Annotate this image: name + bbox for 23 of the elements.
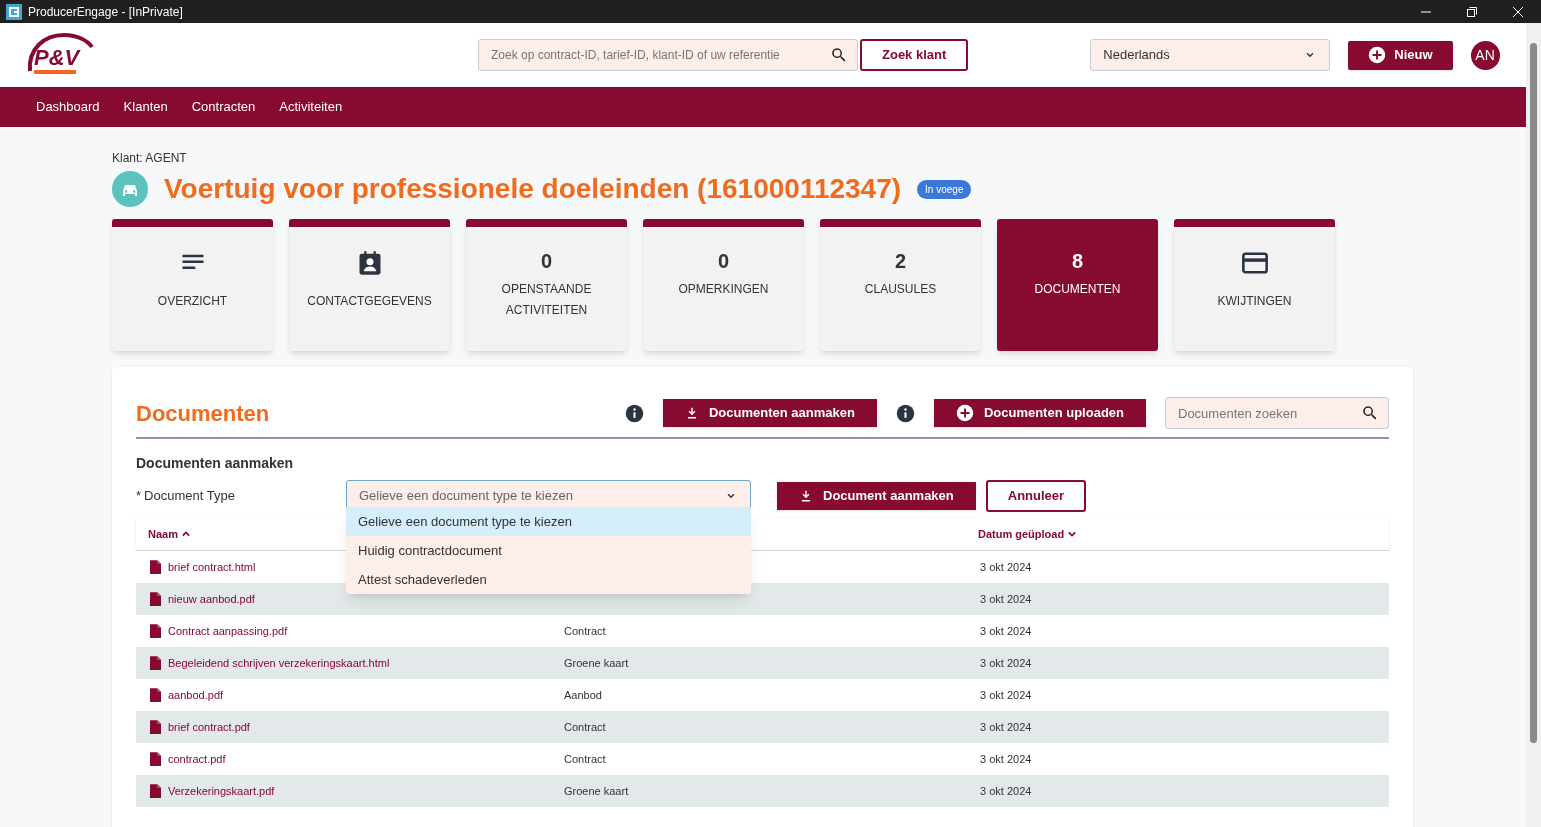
status-badge: In voege xyxy=(917,179,972,199)
table-cell-text: 3 okt 2024 xyxy=(980,623,1032,639)
table-cell: Contract xyxy=(564,752,606,765)
table-cell-text: 3 okt 2024 xyxy=(980,751,1032,767)
table-cell-text: 3 okt 2024 xyxy=(980,719,1032,735)
required-mark: * xyxy=(136,487,142,506)
table-cell-text: 3 okt 2024 xyxy=(980,783,1032,799)
table-cell-text: 3 okt 2024 xyxy=(980,687,1032,703)
form-title: Documenten aanmaken xyxy=(136,454,295,473)
table-cell: Contract xyxy=(564,720,606,733)
table-cell: Groene kaart xyxy=(564,784,629,797)
table-cell-text: 3 okt 2024 xyxy=(980,591,1032,607)
page-title: Voertuig voor professionele doeleinden (161000112347) xyxy=(164,172,902,206)
table-cell-text: 3 okt 2024 xyxy=(980,559,1032,575)
section-title: Documenten xyxy=(136,399,270,428)
client-label: Klant: AGENT xyxy=(112,150,188,167)
window-title: ProducerEngage - [InPrivate] xyxy=(28,3,183,21)
table-cell: Aanbod xyxy=(564,688,602,701)
brand-logo: P&V xyxy=(24,31,94,79)
table-cell: Contract xyxy=(564,624,606,637)
field-label: Document Type xyxy=(144,487,235,506)
table-cell: Groene kaart xyxy=(564,656,629,669)
table-cell-text: 3 okt 2024 xyxy=(980,655,1032,671)
